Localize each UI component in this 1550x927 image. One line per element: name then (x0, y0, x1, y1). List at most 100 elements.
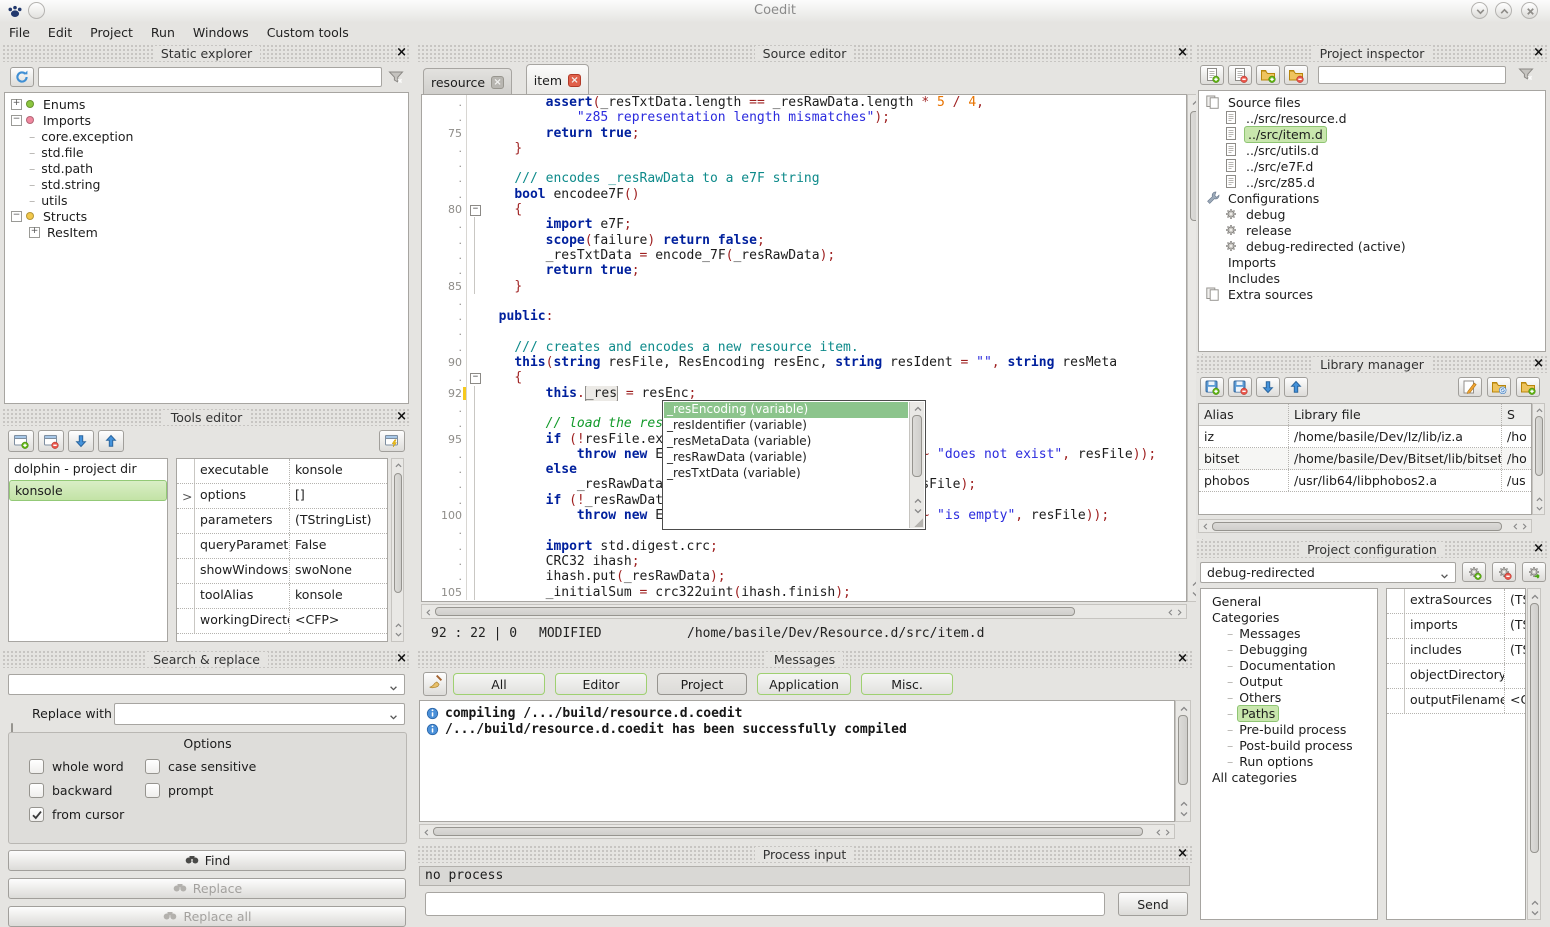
completion-scrollbar[interactable] (909, 402, 924, 528)
fold-column[interactable]: − (466, 202, 483, 217)
property-value[interactable]: [] (290, 484, 387, 508)
tab-close-icon[interactable]: × (568, 74, 581, 87)
refresh-button[interactable] (10, 67, 34, 87)
tree-item[interactable]: ../src/z85.d (1203, 174, 1545, 190)
tree-item[interactable]: Configurations (1203, 190, 1545, 206)
fold-column[interactable] (466, 171, 483, 186)
fold-column[interactable] (466, 539, 483, 554)
add-tool-button[interactable] (8, 430, 34, 452)
library-row[interactable]: bitset/home/basile/Dev/Bitset/lib/bitset… (1199, 448, 1531, 470)
tab-close-icon[interactable]: × (491, 76, 504, 89)
tree-item[interactable]: –Pre-build process (1207, 721, 1377, 737)
add-configuration-button[interactable] (1462, 562, 1486, 582)
tab-item[interactable]: item× (526, 64, 589, 95)
completion-item[interactable]: _resRawData (variable) (664, 450, 908, 466)
code-line[interactable]: 75 return true; (422, 126, 1186, 141)
tree-item[interactable]: debug-redirected (active) (1203, 238, 1545, 254)
code-line[interactable]: . CRC32 ihash; (422, 554, 1186, 569)
fold-column[interactable] (466, 126, 483, 141)
fold-column[interactable] (466, 401, 483, 416)
checkbox-from-cursor[interactable] (29, 807, 44, 822)
filter-all-button[interactable]: All (453, 673, 545, 695)
fold-column[interactable] (466, 585, 483, 600)
property-row[interactable]: queryParametersFalse (177, 534, 387, 559)
remove-folder-button[interactable] (1284, 65, 1308, 85)
tree-item[interactable]: ../src/e7F.d (1203, 158, 1545, 174)
property-row[interactable]: showWindowsswoNone (177, 559, 387, 584)
inspector-clear-filter-button[interactable] (1518, 66, 1542, 84)
property-row[interactable]: toolAliaskonsole (177, 584, 387, 609)
tab-resource[interactable]: resource× (423, 68, 512, 95)
tree-item[interactable]: ../src/resource.d (1203, 110, 1545, 126)
close-icon[interactable]: × (1533, 541, 1544, 556)
filter-misc-button[interactable]: Misc. (861, 673, 953, 695)
messages-vscrollbar[interactable] (1175, 700, 1191, 822)
tree-item[interactable]: –Documentation (1207, 657, 1377, 673)
message-line[interactable]: compiling /.../build/resource.d.coedit (426, 705, 1174, 721)
replace-combobox[interactable] (114, 703, 405, 725)
tree-item[interactable]: –Debugging (1207, 641, 1377, 657)
code-line[interactable]: 90 this(string resFile, ResEncoding resE… (422, 355, 1186, 370)
configuration-vscrollbar[interactable] (1527, 588, 1541, 920)
fold-column[interactable] (466, 233, 483, 248)
tree-item[interactable]: –Others (1207, 689, 1377, 705)
tree-item[interactable]: debug (1203, 206, 1545, 222)
fold-column[interactable] (466, 294, 483, 309)
fold-column[interactable] (466, 324, 483, 339)
tree-item[interactable]: ../src/item.d (1203, 126, 1545, 142)
checkbox-whole-word[interactable] (29, 759, 44, 774)
property-value[interactable]: (TStringList) (1505, 589, 1525, 613)
property-row[interactable]: objectDirectory (1387, 664, 1525, 689)
tools-list-item[interactable]: konsole (9, 480, 167, 501)
find-button[interactable]: Find (8, 850, 406, 871)
property-row[interactable]: >options[] (177, 484, 387, 509)
property-value[interactable]: konsole (290, 584, 387, 608)
code-line[interactable]: . (422, 294, 1186, 309)
activate-configuration-button[interactable] (1522, 562, 1546, 582)
property-row[interactable]: extraSources(TStringList) (1387, 589, 1525, 614)
tree-item[interactable]: –core.exception (9, 128, 408, 144)
tree-expander-icon[interactable]: + (11, 99, 22, 110)
code-line[interactable]: . return true; (422, 263, 1186, 278)
fold-column[interactable] (466, 569, 483, 584)
fold-column[interactable] (466, 95, 483, 110)
close-icon[interactable]: × (396, 45, 407, 60)
fold-column[interactable] (466, 263, 483, 278)
process-input-field[interactable] (425, 892, 1105, 916)
code-line[interactable]: .− { (422, 370, 1186, 385)
property-value[interactable]: <CFP> (290, 609, 387, 633)
property-row[interactable]: executablekonsole (177, 459, 387, 484)
code-line[interactable]: . import std.digest.crc; (422, 539, 1186, 554)
fold-column[interactable] (466, 340, 483, 355)
property-value[interactable]: <CAP> (1505, 689, 1525, 713)
column-header[interactable]: S (1502, 404, 1531, 425)
close-icon[interactable]: × (1177, 45, 1188, 60)
checkbox-case-sensitive[interactable] (145, 759, 160, 774)
replace-button[interactable]: Replace (8, 878, 406, 899)
checkbox-backward[interactable] (29, 783, 44, 798)
replace-all-button[interactable]: Replace all (8, 906, 406, 927)
remove-library-button[interactable] (1228, 377, 1252, 397)
fold-collapse-icon[interactable]: − (470, 205, 481, 216)
tree-item[interactable]: –Paths (1207, 705, 1377, 721)
fold-column[interactable] (466, 523, 483, 538)
tree-item[interactable]: –Post-build process (1207, 737, 1377, 753)
fold-column[interactable] (466, 416, 483, 431)
add-folder-button[interactable] (1256, 65, 1280, 85)
property-value[interactable]: False (290, 534, 387, 558)
tree-item[interactable]: All categories (1207, 769, 1377, 785)
fold-column[interactable] (466, 493, 483, 508)
fold-column[interactable] (466, 554, 483, 569)
menu-custom-tools[interactable]: Custom tools (258, 24, 358, 41)
code-line[interactable]: . _resTxtData = encode_7F(_resRawData); (422, 248, 1186, 263)
clear-filter-button[interactable] (388, 69, 410, 87)
code-line[interactable]: . "z85 representation length mismatches"… (422, 110, 1186, 125)
code-line[interactable]: 105 _initialSum = crc322uint(ihash.finis… (422, 585, 1186, 600)
column-header[interactable]: Alias (1199, 404, 1289, 425)
fold-column[interactable] (466, 386, 483, 401)
library-vscrollbar[interactable] (1532, 403, 1545, 515)
code-line[interactable]: 92 this._res = resEnc; (422, 386, 1186, 401)
tree-item[interactable]: ../src/utils.d (1203, 142, 1545, 158)
tree-item[interactable]: −Structs (9, 208, 408, 224)
send-button[interactable]: Send (1118, 892, 1188, 916)
